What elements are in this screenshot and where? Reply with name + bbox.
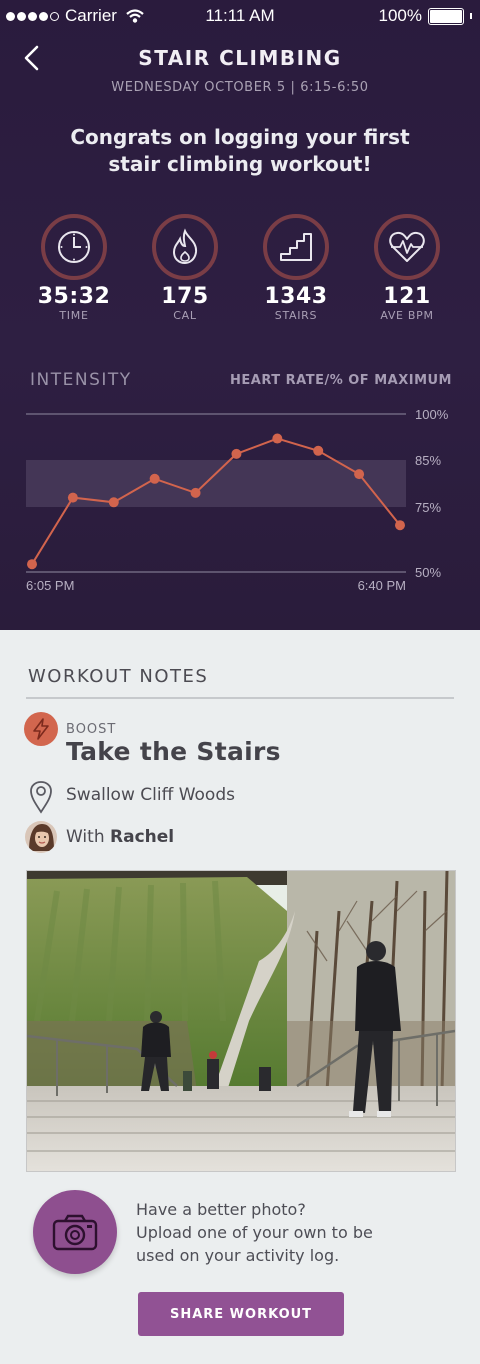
data-point-9: [395, 520, 405, 531]
data-point-1: [67, 492, 78, 503]
data-point-7: [313, 445, 324, 456]
battery-icon: [428, 7, 464, 25]
companion-line: With Rachel: [66, 827, 174, 847]
chart-ylabel: HEART RATE/% OF MAXIMUM: [230, 373, 452, 388]
stat-label: TIME: [59, 309, 89, 322]
data-point-4: [190, 487, 201, 498]
stat-value: 35:32: [37, 284, 111, 309]
stat-value: 121: [383, 284, 431, 309]
share-workout-button[interactable]: SHARE WORKOUT: [138, 1292, 344, 1336]
workout-notes-panel: WORKOUT NOTES BOOST Take the Stairs Swal…: [0, 630, 480, 1364]
clock-icon: [58, 231, 90, 263]
boost-tag: BOOST: [66, 722, 117, 737]
stairs-photo: [27, 871, 455, 1171]
y-tick-75: 75%: [415, 500, 441, 515]
stat-value: 175: [161, 284, 209, 309]
x-tick-end: 6:40 PM: [358, 578, 406, 593]
location-name[interactable]: Swallow Cliff Woods: [66, 785, 235, 805]
battery-percent: 100%: [378, 6, 422, 25]
lightning-icon: [33, 718, 49, 740]
upload-prompt: Have a better photo? Upload one of your …: [136, 1200, 373, 1265]
intensity-chart: 100% 85% 75% 50% 6:05 PM 6:40 PM: [26, 407, 449, 593]
congrats-message: Congrats on logging your first stair cli…: [70, 125, 410, 176]
boost-badge: [24, 712, 58, 746]
target-zone-band: [26, 460, 406, 507]
workout-photo[interactable]: [26, 870, 456, 1172]
heartbeat-icon: [389, 231, 425, 262]
stat-label: AVE BPM: [380, 309, 434, 322]
divider: [26, 697, 454, 699]
camera-icon: [52, 1214, 98, 1251]
with-prefix: With: [66, 827, 105, 847]
x-tick-start: 6:05 PM: [26, 578, 74, 593]
y-tick-100: 100%: [415, 407, 449, 422]
chart-title: INTENSITY: [30, 370, 132, 390]
data-point-6: [272, 433, 283, 444]
stat-bpm: 121 AVE BPM: [352, 214, 462, 322]
data-point-8: [354, 469, 365, 480]
stat-cal: 175 CAL: [130, 214, 240, 322]
stat-label: CAL: [173, 309, 197, 322]
workout-date: WEDNESDAY OCTOBER 5 | 6:15-6:50: [111, 80, 369, 95]
y-tick-50: 50%: [415, 565, 441, 580]
data-point-0: [27, 559, 37, 570]
stairs-icon: [280, 233, 312, 261]
boost-name[interactable]: Take the Stairs: [66, 737, 281, 766]
user-avatar-icon: [25, 821, 57, 853]
y-tick-85: 85%: [415, 453, 441, 468]
avatar[interactable]: [25, 821, 57, 853]
companion-name[interactable]: Rachel: [110, 827, 174, 847]
stat-time: 35:32 TIME: [19, 214, 129, 322]
stat-label: STAIRS: [274, 309, 318, 322]
notes-title: WORKOUT NOTES: [28, 666, 209, 687]
stats-row: 35:32 TIME 175 CAL 1343 STAIRS 121 AVE B…: [0, 214, 480, 324]
map-pin-icon: [30, 781, 52, 814]
data-point-5: [231, 448, 242, 459]
data-point-3: [149, 473, 160, 484]
workout-summary-panel: Carrier 11:11 AM 100% STAIR CLIMBING WED…: [0, 0, 480, 630]
upload-photo-button[interactable]: [33, 1190, 117, 1274]
data-point-2: [108, 497, 119, 508]
flame-icon: [172, 228, 198, 265]
stat-value: 1343: [264, 284, 328, 309]
stat-stairs: 1343 STAIRS: [241, 214, 351, 322]
page-title: STAIR CLIMBING: [138, 46, 342, 70]
status-bar: Carrier 11:11 AM 100%: [0, 0, 480, 30]
